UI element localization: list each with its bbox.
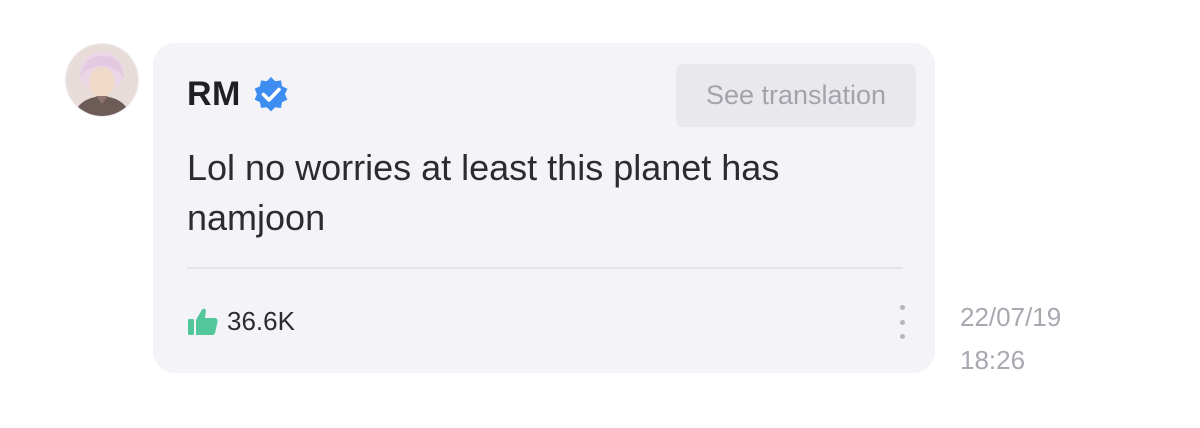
- timestamp: 22/07/19 18:26: [960, 296, 1061, 382]
- verified-badge-icon: [254, 77, 288, 112]
- see-translation-button[interactable]: See translation: [676, 64, 916, 127]
- like-count: 36.6K: [227, 305, 295, 336]
- author-row: RM: [187, 73, 291, 115]
- comment-card: RM See translation Lol no worries at lea…: [153, 43, 935, 373]
- comment-text: Lol no worries at least this planet has …: [187, 147, 780, 238]
- timestamp-time: 18:26: [960, 345, 1026, 375]
- author-avatar[interactable]: [66, 44, 138, 116]
- divider: [187, 267, 903, 269]
- like-button[interactable]: 36.6K: [187, 305, 295, 337]
- dot: [899, 305, 905, 310]
- dot: [899, 334, 905, 339]
- author-name[interactable]: RM: [187, 75, 241, 114]
- avatar-photo: [66, 44, 138, 116]
- timestamp-date: 22/07/19: [960, 302, 1062, 332]
- dot: [899, 319, 905, 325]
- thumbs-up-icon: [188, 308, 218, 335]
- vertical-ellipsis-icon[interactable]: [893, 305, 911, 339]
